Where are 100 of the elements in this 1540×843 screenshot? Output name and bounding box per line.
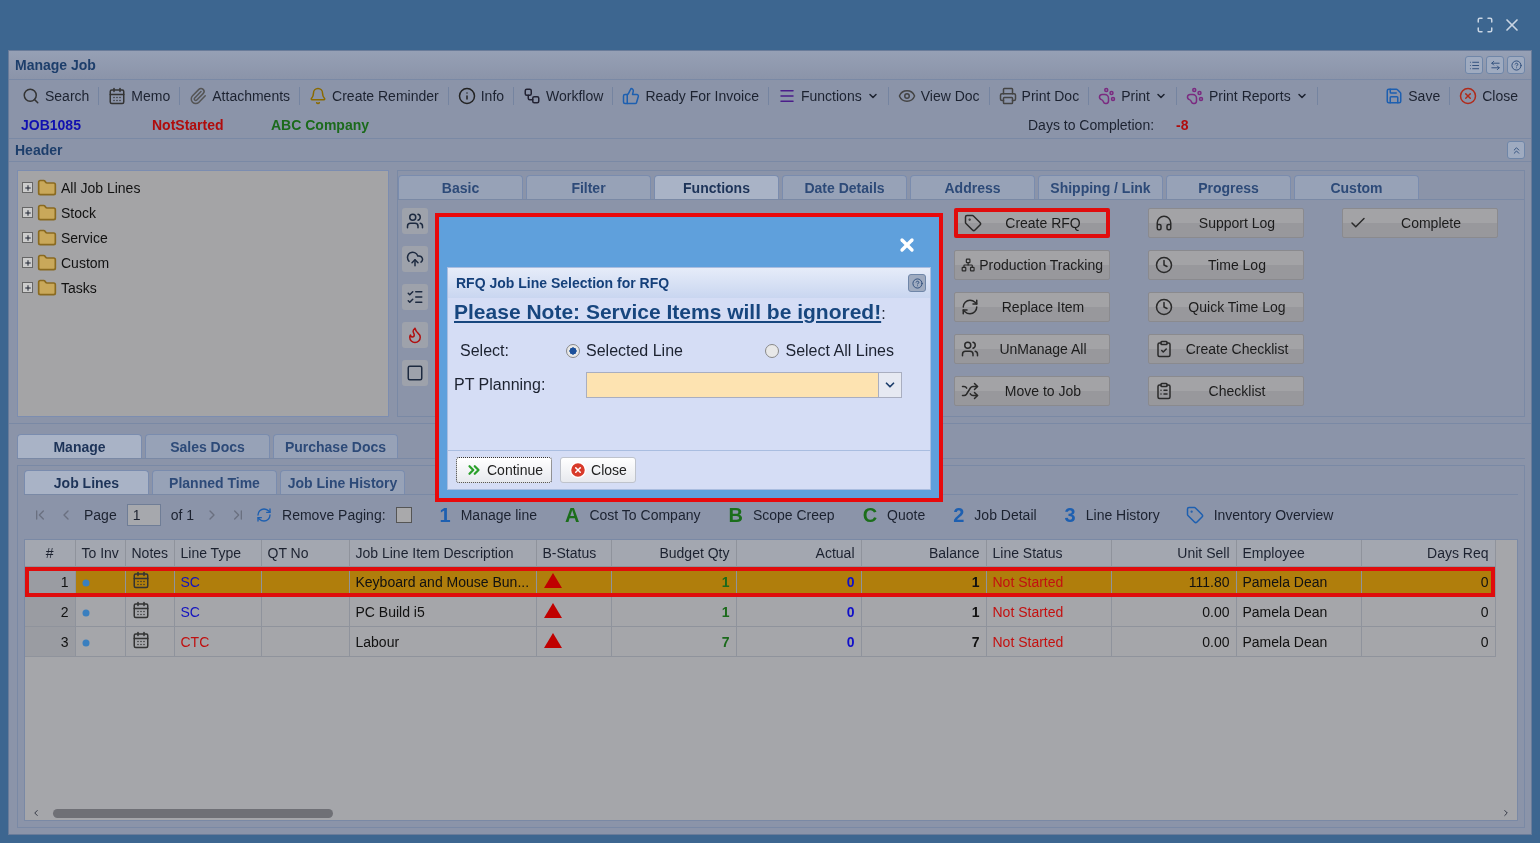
toolbar-button[interactable]: Save bbox=[1376, 87, 1451, 105]
close-button[interactable]: Close bbox=[560, 457, 636, 483]
tab[interactable]: Sales Docs bbox=[145, 434, 270, 458]
radio-option[interactable]: Select All Lines bbox=[765, 342, 894, 360]
tab[interactable]: Shipping / Link bbox=[1038, 175, 1163, 199]
tab[interactable]: Job Lines bbox=[24, 470, 149, 494]
page-field[interactable]: 1 bbox=[126, 504, 161, 526]
toolbar-button[interactable]: Close bbox=[1450, 87, 1527, 105]
column-header[interactable]: Balance bbox=[861, 540, 986, 567]
tab[interactable]: Filter bbox=[526, 175, 651, 199]
expand-icon[interactable] bbox=[22, 257, 33, 268]
icon-button[interactable] bbox=[402, 208, 428, 234]
network-icon bbox=[961, 256, 976, 274]
inventory-link[interactable]: Inventory Overview bbox=[1213, 507, 1334, 523]
legend-label[interactable]: Cost To Company bbox=[589, 507, 701, 523]
column-header[interactable]: To Inv bbox=[75, 540, 125, 567]
toolbar-button[interactable]: View Doc bbox=[888, 87, 990, 105]
tab[interactable]: Custom bbox=[1294, 175, 1419, 199]
tree-item[interactable]: All Job Lines bbox=[61, 179, 141, 196]
fullscreen-icon[interactable] bbox=[1476, 16, 1494, 34]
function-button[interactable]: Replace Item bbox=[954, 292, 1110, 322]
function-button[interactable]: Support Log bbox=[1148, 208, 1304, 238]
continue-button[interactable]: Continue bbox=[456, 457, 553, 483]
tab[interactable]: Basic bbox=[398, 175, 523, 199]
note-link[interactable]: Please Note: Service Items will be ignored! bbox=[454, 300, 882, 323]
toolbar-button[interactable]: Workflow bbox=[514, 87, 614, 105]
column-header[interactable]: Job Line Item Description bbox=[349, 540, 536, 567]
list-button[interactable] bbox=[1465, 56, 1483, 74]
table-row[interactable]: 2 SC PC Build i5 1 0 1 Not Started 0.00 Pamela Dean 0 bbox=[25, 596, 1495, 627]
expand-icon[interactable] bbox=[22, 282, 33, 293]
refresh-icon[interactable] bbox=[256, 507, 273, 523]
column-header[interactable]: Line Type bbox=[174, 540, 261, 567]
function-button[interactable]: Time Log bbox=[1148, 250, 1304, 280]
function-button[interactable]: Create Checklist bbox=[1148, 334, 1304, 364]
scroll-right-icon[interactable] bbox=[1501, 808, 1511, 818]
function-button[interactable]: UnManage All bbox=[954, 334, 1110, 364]
column-header[interactable]: B-Status bbox=[536, 540, 611, 567]
legend-label[interactable]: Manage line bbox=[460, 507, 537, 523]
radio-button[interactable] bbox=[566, 344, 580, 358]
icon-button[interactable] bbox=[402, 360, 428, 386]
tab[interactable]: Functions bbox=[654, 175, 779, 199]
legend-label[interactable]: Job Detail bbox=[974, 507, 1037, 523]
table-row[interactable]: 3 CTC Labour 7 0 7 Not Started 0.00 Pamela Dean 0 bbox=[25, 626, 1495, 657]
legend-label[interactable]: Scope Creep bbox=[752, 507, 835, 523]
tab[interactable]: Job Line History bbox=[280, 470, 405, 494]
function-button[interactable]: Production Tracking bbox=[954, 250, 1110, 280]
tab[interactable]: Date Details bbox=[782, 175, 907, 199]
tab[interactable]: Address bbox=[910, 175, 1035, 199]
tab[interactable]: Purchase Docs bbox=[273, 434, 398, 458]
toolbar-button[interactable]: Print Reports bbox=[1176, 87, 1318, 105]
tab[interactable]: Planned Time bbox=[152, 470, 277, 494]
tab[interactable]: Manage bbox=[17, 434, 142, 458]
toolbar-button[interactable]: Create Reminder bbox=[300, 87, 449, 105]
column-header[interactable]: Employee bbox=[1236, 540, 1361, 567]
column-header[interactable]: Days Req bbox=[1361, 540, 1495, 567]
tab[interactable]: Progress bbox=[1166, 175, 1291, 199]
collapse-button[interactable] bbox=[1507, 141, 1525, 159]
legend-label[interactable]: Line History bbox=[1085, 507, 1160, 523]
function-button[interactable]: Complete bbox=[1342, 208, 1498, 238]
icon-button[interactable] bbox=[402, 322, 428, 348]
help-button[interactable] bbox=[1507, 56, 1525, 74]
function-button[interactable]: Quick Time Log bbox=[1148, 292, 1304, 322]
planning-dropdown[interactable] bbox=[586, 372, 902, 398]
toolbar-button[interactable]: Print Doc bbox=[989, 87, 1090, 105]
column-header[interactable]: Unit Sell bbox=[1111, 540, 1236, 567]
radio-option[interactable]: Selected Line bbox=[566, 342, 683, 360]
function-button[interactable]: Move to Job bbox=[954, 376, 1110, 406]
tree-item[interactable]: Custom bbox=[61, 254, 110, 271]
tree-item[interactable]: Tasks bbox=[61, 279, 97, 296]
toolbar-button[interactable]: Info bbox=[448, 87, 515, 105]
expand-icon[interactable] bbox=[22, 232, 33, 243]
tree-item[interactable]: Service bbox=[61, 229, 108, 246]
scroll-left-icon[interactable] bbox=[31, 808, 41, 818]
expand-icon[interactable] bbox=[22, 207, 33, 218]
help-button[interactable] bbox=[908, 274, 926, 292]
column-header[interactable]: Actual bbox=[736, 540, 861, 567]
column-header[interactable]: Notes bbox=[125, 540, 174, 567]
toolbar-button[interactable]: Ready For Invoice bbox=[613, 87, 769, 105]
column-header[interactable]: # bbox=[25, 540, 75, 567]
toolbar-button[interactable]: Functions bbox=[769, 87, 889, 105]
legend-label[interactable]: Quote bbox=[887, 507, 926, 523]
checkbox[interactable] bbox=[395, 507, 412, 523]
icon-button[interactable] bbox=[402, 246, 428, 272]
column-header[interactable]: QT No bbox=[261, 540, 349, 567]
toolbar-button[interactable]: Search bbox=[13, 87, 100, 105]
column-header[interactable]: Line Status bbox=[986, 540, 1111, 567]
function-button[interactable]: Checklist bbox=[1148, 376, 1304, 406]
swap-button[interactable] bbox=[1486, 56, 1504, 74]
expand-icon[interactable] bbox=[22, 182, 33, 193]
radio-button[interactable] bbox=[765, 344, 780, 358]
toolbar-button[interactable]: Print bbox=[1089, 87, 1177, 105]
toolbar-button[interactable]: Attachments bbox=[180, 87, 301, 105]
toolbar-button[interactable]: Memo bbox=[99, 87, 181, 105]
icon-button[interactable] bbox=[402, 284, 428, 310]
scrollbar-thumb[interactable] bbox=[53, 808, 333, 818]
close-icon[interactable] bbox=[897, 235, 917, 255]
table-row[interactable]: 1 SC Keyboard and Mouse Bun... 1 0 1 Not Started 111.80 Pamela Dean 0 bbox=[25, 566, 1495, 597]
function-button[interactable]: Create RFQ bbox=[954, 208, 1110, 238]
column-header[interactable]: Budget Qty bbox=[611, 540, 736, 567]
tree-item[interactable]: Stock bbox=[61, 204, 96, 221]
